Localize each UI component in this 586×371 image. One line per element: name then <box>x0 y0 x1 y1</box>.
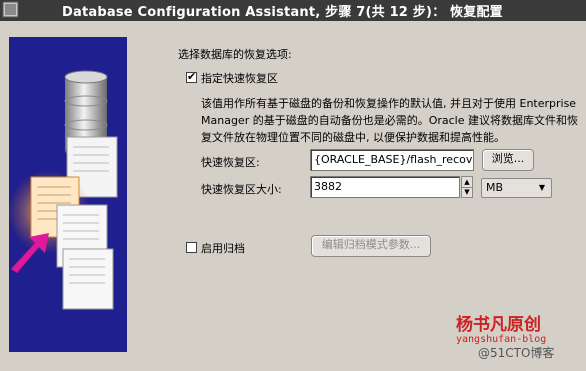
dialog-body: 选择数据库的恢复选项: ✔ 指定快速恢复区 该值用作所有基于磁盘的备份和恢复操作… <box>0 21 586 371</box>
fra-location-input[interactable]: {ORACLE_BASE}/flash_recover <box>310 149 474 171</box>
edit-archive-params-button[interactable]: 编辑归档模式参数... <box>311 235 431 257</box>
fra-description-line: 复文件放在物理位置不同的磁盘中, 以便保护数据和提高性能。 <box>201 131 505 144</box>
fra-size-label: 快速恢复区大小: <box>201 183 282 196</box>
fra-description: 该值用作所有基于磁盘的备份和恢复操作的默认值, 并且对于使用 Enterpris… <box>201 95 586 146</box>
database-documents-illustration <box>9 70 118 310</box>
dbca-app-icon <box>2 1 19 18</box>
browse-button[interactable]: 浏览... <box>482 149 534 171</box>
side-illustration-panel <box>9 37 127 352</box>
fra-size-unit-select[interactable]: MB ▼ <box>481 178 552 198</box>
fra-size-input[interactable]: 3882 <box>310 176 460 198</box>
fra-description-line: 该值用作所有基于磁盘的备份和恢复操作的默认值, 并且对于使用 Enterpris… <box>201 97 577 110</box>
window-title-bar: Database Configuration Assistant, 步骤 7(共… <box>0 0 586 21</box>
fra-size-unit-value: MB <box>486 181 504 194</box>
fra-checkbox-label: 指定快速恢复区 <box>201 72 278 85</box>
recovery-options-heading: 选择数据库的恢复选项: <box>178 48 292 61</box>
fra-description-line: Manager 的基于磁盘的自动备份也是必需的。Oracle 建议将数据库文件和… <box>201 114 579 127</box>
watermark-title: 杨书凡原创 <box>456 315 541 335</box>
chevron-down-icon: ▼ <box>538 183 545 192</box>
spin-down-icon[interactable]: ▼ <box>462 187 472 197</box>
fra-location-label: 快速恢复区: <box>201 156 260 169</box>
fra-checkbox[interactable]: ✔ <box>186 70 197 83</box>
watermark-source: @51CTO博客 <box>478 346 555 360</box>
archive-checkbox-label: 启用归档 <box>201 242 245 255</box>
archive-checkbox[interactable] <box>186 242 197 253</box>
checkmark-icon: ✔ <box>187 70 197 83</box>
window-title: Database Configuration Assistant, 步骤 7(共… <box>62 5 503 20</box>
fra-size-spinner[interactable]: ▲ ▼ <box>461 176 473 198</box>
